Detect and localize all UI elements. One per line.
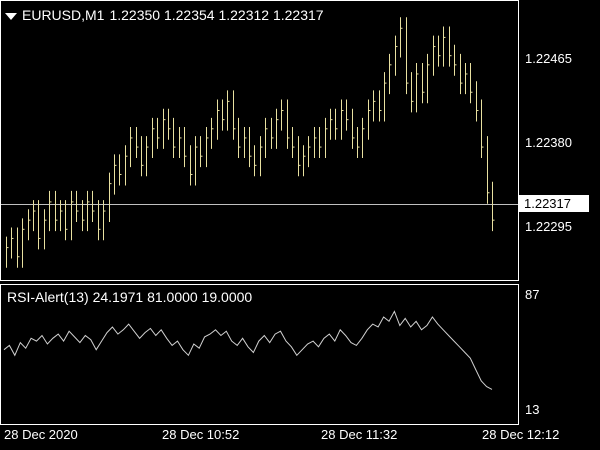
dropdown-triangle-icon[interactable] bbox=[5, 12, 17, 20]
price-label-1: 1.22465 bbox=[525, 51, 572, 66]
current-price-badge: 1.22317 bbox=[519, 195, 589, 212]
price-label-3: 1.22295 bbox=[525, 219, 572, 234]
candles-group bbox=[6, 17, 495, 268]
rsi-line bbox=[3, 310, 493, 390]
rsi-level-high: 87 bbox=[525, 287, 540, 302]
indicator-title: RSI-Alert(13) 24.1971 81.0000 19.0000 bbox=[7, 289, 253, 305]
chart-canvas bbox=[0, 0, 519, 425]
chart-header: EURUSD,M1 1.22350 1.22354 1.22312 1.2231… bbox=[5, 7, 324, 23]
symbol-label: EURUSD,M1 bbox=[22, 7, 105, 23]
time-label-4: 28 Dec 12:12 bbox=[482, 427, 560, 442]
time-label-1: 28 Dec 2020 bbox=[4, 427, 78, 442]
rsi-level-low: 13 bbox=[525, 402, 540, 417]
indicator-pane-border bbox=[0, 284, 519, 425]
main-pane-border bbox=[0, 0, 519, 281]
ohlc-values: 1.22350 1.22354 1.22312 1.22317 bbox=[109, 7, 324, 23]
time-label-2: 28 Dec 10:52 bbox=[162, 427, 240, 442]
time-label-3: 28 Dec 11:32 bbox=[321, 427, 398, 442]
price-label-2: 1.22380 bbox=[525, 135, 572, 150]
